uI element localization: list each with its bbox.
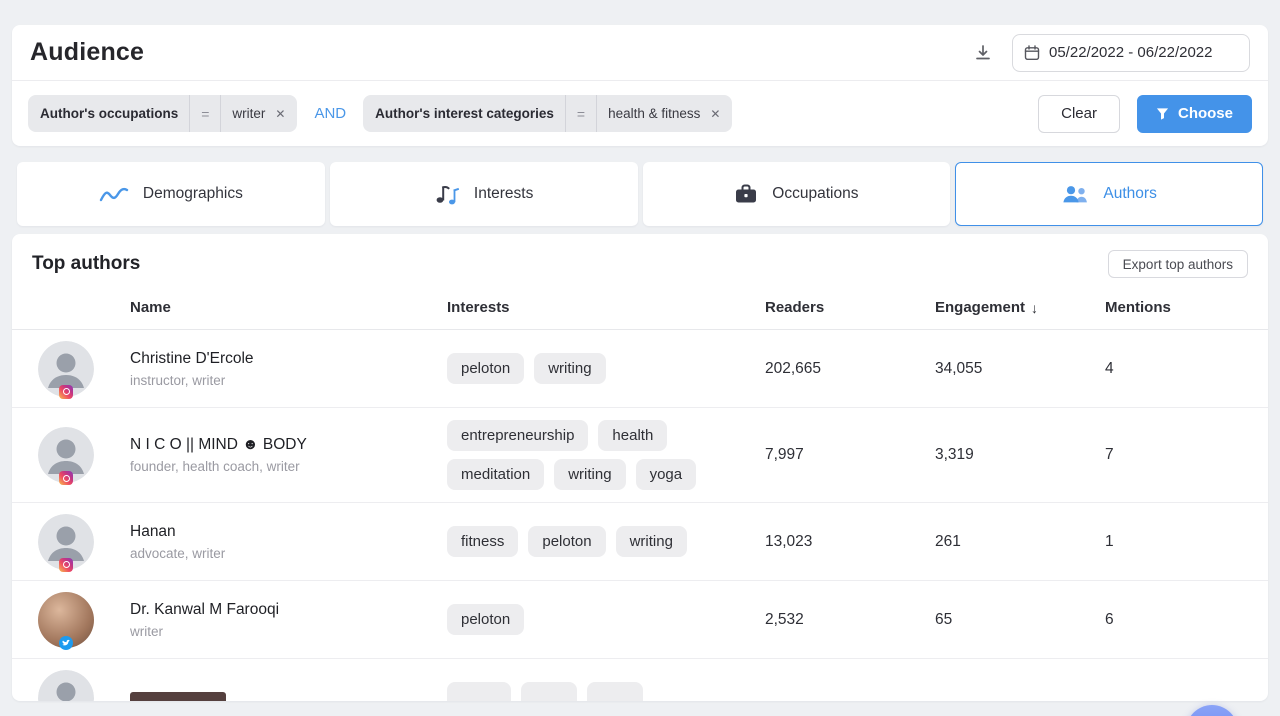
filter-field-label: Author's interest categories — [375, 106, 554, 121]
clear-button[interactable]: Clear — [1038, 95, 1120, 133]
line-chart-icon — [99, 184, 129, 204]
interest-tag[interactable] — [521, 682, 577, 701]
avatar — [38, 514, 94, 570]
table-header: Name Interests Readers Engagement ↓ Ment… — [12, 286, 1268, 330]
column-header-name[interactable]: Name — [130, 299, 447, 316]
author-name[interactable]: N I C O || MIND ☻ BODY — [130, 436, 433, 454]
filter-chip-interest-categories[interactable]: Author's interest categories = health & … — [363, 95, 732, 132]
remove-filter-icon[interactable]: ✕ — [275, 107, 285, 121]
author-subtitle: instructor, writer — [130, 373, 433, 388]
tab-label: Interests — [474, 185, 533, 203]
mentions-value: 4 — [1105, 360, 1268, 378]
music-note-icon — [434, 183, 460, 205]
table-row-partial — [12, 659, 1268, 701]
interest-tag[interactable]: writing — [554, 459, 625, 490]
engagement-value: 261 — [935, 533, 1105, 551]
briefcase-icon — [734, 183, 758, 205]
tab-demographics[interactable]: Demographics — [17, 162, 325, 226]
readers-value: 2,532 — [765, 611, 935, 629]
interest-tag[interactable]: peloton — [528, 526, 605, 557]
date-range-value: 05/22/2022 - 06/22/2022 — [1049, 44, 1212, 61]
interest-tag[interactable]: writing — [534, 353, 605, 384]
date-range-picker[interactable]: 05/22/2022 - 06/22/2022 — [1012, 34, 1250, 72]
sort-descending-icon: ↓ — [1031, 300, 1038, 316]
interest-tag[interactable] — [587, 682, 643, 701]
interest-tag[interactable]: entrepreneurship — [447, 420, 588, 451]
interest-tag[interactable] — [447, 682, 511, 701]
mentions-value: 1 — [1105, 533, 1268, 551]
mentions-value: 7 — [1105, 446, 1268, 464]
table-row: Christine D'Ercole instructor, writer pe… — [12, 330, 1268, 408]
interest-tag[interactable]: peloton — [447, 604, 524, 635]
engagement-value: 65 — [935, 611, 1105, 629]
readers-value: 13,023 — [765, 533, 935, 551]
avatar — [38, 670, 94, 701]
instagram-badge-icon — [59, 385, 73, 399]
author-subtitle: writer — [130, 624, 433, 639]
top-authors-card: Top authors Export top authors Name Inte… — [12, 234, 1268, 701]
interest-tag[interactable]: writing — [616, 526, 687, 557]
author-name[interactable]: Dr. Kanwal M Farooqi — [130, 601, 433, 619]
filter-operator: = — [565, 95, 597, 132]
filter-value: health & fitness — [608, 106, 700, 121]
author-name[interactable] — [130, 692, 226, 701]
page-title: Audience — [30, 38, 144, 67]
filter-field-label: Author's occupations — [40, 106, 178, 121]
column-header-mentions[interactable]: Mentions — [1105, 299, 1268, 316]
interest-tag[interactable]: meditation — [447, 459, 544, 490]
author-subtitle: founder, health coach, writer — [130, 459, 433, 474]
filter-conjunction: AND — [314, 105, 346, 122]
export-top-authors-button[interactable]: Export top authors — [1108, 250, 1248, 278]
tab-label: Occupations — [772, 185, 858, 203]
filter-operator: = — [189, 95, 221, 132]
readers-value: 7,997 — [765, 446, 935, 464]
readers-value: 202,665 — [765, 360, 935, 378]
chat-widget-button[interactable] — [1186, 705, 1238, 716]
tab-authors[interactable]: Authors — [955, 162, 1263, 226]
interest-tag[interactable]: yoga — [636, 459, 697, 490]
audience-tabs: Demographics Interests Occupations — [17, 162, 1263, 226]
filter-value: writer — [232, 106, 265, 121]
download-icon[interactable] — [974, 44, 992, 62]
header-card: Audience 05/22/2022 - 06/22/2022 Author'… — [12, 25, 1268, 146]
section-title: Top authors — [32, 253, 140, 275]
interest-tag[interactable]: fitness — [447, 526, 518, 557]
interest-tag[interactable]: peloton — [447, 353, 524, 384]
column-header-engagement[interactable]: Engagement ↓ — [935, 299, 1105, 316]
avatar — [38, 592, 94, 648]
instagram-badge-icon — [59, 471, 73, 485]
people-icon — [1061, 185, 1089, 204]
engagement-value: 3,319 — [935, 446, 1105, 464]
column-header-label: Engagement — [935, 299, 1025, 316]
filter-bar: Author's occupations = writer ✕ AND Auth… — [12, 81, 1268, 146]
tab-occupations[interactable]: Occupations — [643, 162, 951, 226]
author-name[interactable]: Hanan — [130, 523, 433, 541]
funnel-icon — [1156, 107, 1169, 120]
mentions-value: 6 — [1105, 611, 1268, 629]
tab-label: Authors — [1103, 185, 1156, 203]
column-header-readers[interactable]: Readers — [765, 299, 935, 316]
author-subtitle: advocate, writer — [130, 546, 433, 561]
author-name[interactable]: Christine D'Ercole — [130, 350, 433, 368]
tab-interests[interactable]: Interests — [330, 162, 638, 226]
tab-label: Demographics — [143, 185, 243, 203]
instagram-badge-icon — [59, 558, 73, 572]
table-row: Dr. Kanwal M Farooqi writer peloton 2,53… — [12, 581, 1268, 659]
calendar-icon — [1024, 45, 1040, 61]
remove-filter-icon[interactable]: ✕ — [710, 107, 720, 121]
table-row: Hanan advocate, writer fitness peloton w… — [12, 503, 1268, 581]
twitter-badge-icon — [59, 636, 73, 650]
filter-chip-occupations[interactable]: Author's occupations = writer ✕ — [28, 95, 297, 132]
avatar — [38, 427, 94, 483]
column-header-interests[interactable]: Interests — [447, 299, 765, 316]
choose-button[interactable]: Choose — [1137, 95, 1252, 133]
avatar — [38, 341, 94, 397]
table-row: N I C O || MIND ☻ BODY founder, health c… — [12, 408, 1268, 503]
interest-tag[interactable]: health — [598, 420, 667, 451]
header-row: Audience 05/22/2022 - 06/22/2022 — [12, 25, 1268, 81]
choose-button-label: Choose — [1178, 105, 1233, 122]
engagement-value: 34,055 — [935, 360, 1105, 378]
